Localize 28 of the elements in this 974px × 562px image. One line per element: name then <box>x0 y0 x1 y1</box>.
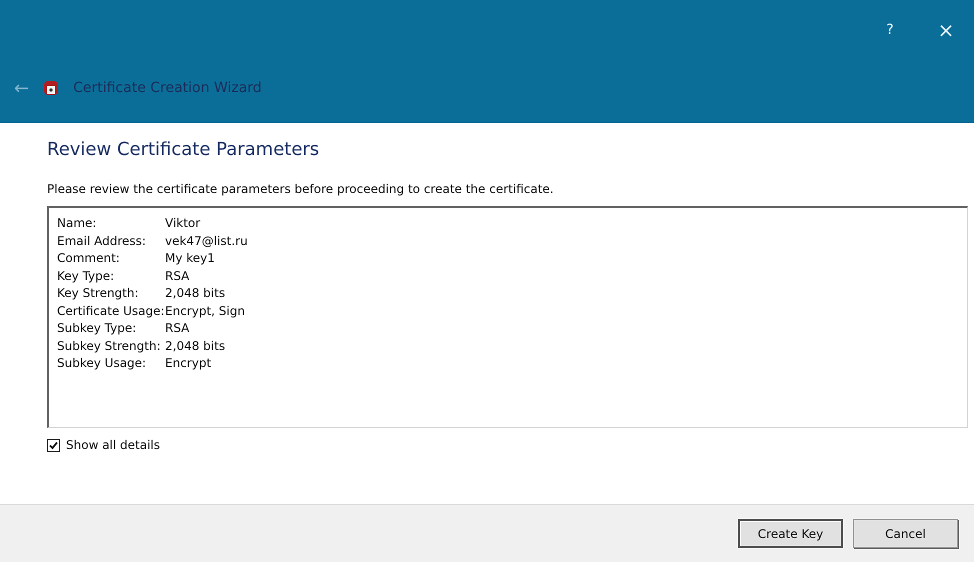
parameter-value: Viktor <box>165 216 202 232</box>
help-button[interactable]: ? <box>862 10 918 50</box>
parameter-label: Subkey Usage: <box>57 356 148 372</box>
parameter-value: Encrypt <box>165 356 212 372</box>
parameter-label: Name: <box>57 216 98 232</box>
show-details-checkbox[interactable] <box>47 438 60 452</box>
certificate-icon <box>43 80 60 96</box>
parameter-value: 2,048 bits <box>165 338 226 354</box>
parameter-label: Email Address: <box>57 234 147 250</box>
show-details-label[interactable]: Show all details <box>66 438 160 452</box>
parameter-label: Certificate Usage: <box>57 304 165 320</box>
parameter-value: vek47@list.ru <box>165 234 249 250</box>
page-heading: Review Certificate Parameters <box>47 139 320 160</box>
wizard-title: Certificate Creation Wizard <box>73 80 262 96</box>
parameter-label: Comment: <box>57 251 121 267</box>
parameter-label: Subkey Strength: <box>57 338 162 354</box>
parameter-value: Encrypt, Sign <box>165 304 246 320</box>
create-key-button[interactable]: Create Key <box>738 519 843 548</box>
parameter-label: Key Strength: <box>57 286 140 302</box>
parameter-value: 2,048 bits <box>165 286 226 302</box>
description-text: Please review the certificate parameters before proceeding to create the certificate. <box>47 182 555 196</box>
cancel-button[interactable]: Cancel <box>853 519 958 548</box>
parameter-label: Key Type: <box>57 268 116 284</box>
parameter-value: My key1 <box>165 251 216 267</box>
close-button[interactable]: × <box>918 10 974 50</box>
parameter-value: RSA <box>165 321 190 337</box>
parameter-label: Subkey Type: <box>57 321 138 337</box>
parameter-value: RSA <box>165 268 190 284</box>
